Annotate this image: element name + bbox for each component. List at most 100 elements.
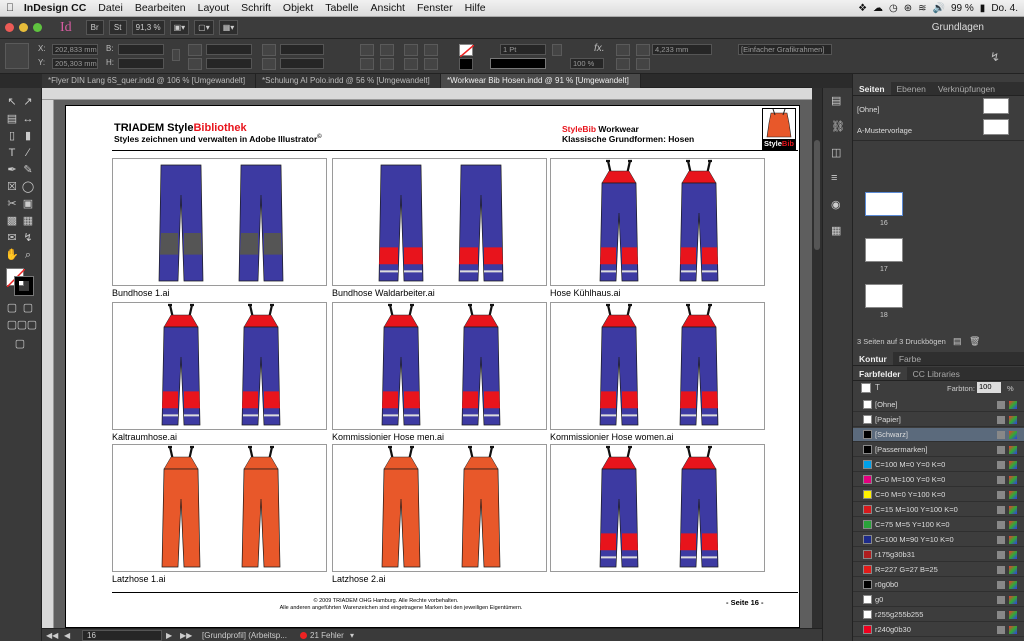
pencil-tool[interactable]: ✎ (21, 164, 35, 176)
selection-tool[interactable]: ↖ (5, 96, 19, 108)
shear-field[interactable] (280, 58, 324, 69)
fit-frame-icon[interactable] (636, 44, 650, 56)
menu-app-name[interactable]: InDesign CC (20, 2, 92, 14)
swatch-row[interactable]: C=0 M=100 Y=0 K=0 (853, 473, 1024, 487)
links-icon[interactable]: ⛓ (831, 120, 845, 133)
tab-cc-libraries[interactable]: CC Libraries (907, 367, 966, 380)
swatch-row[interactable]: [Schwarz] (853, 428, 1024, 442)
minimize-window-button[interactable] (19, 23, 28, 32)
select-container-icon[interactable] (404, 44, 418, 56)
page-tool[interactable]: ▤ (5, 113, 19, 125)
page-thumb-17[interactable] (865, 238, 903, 262)
apply-none-icon[interactable]: ▢ (25, 319, 39, 331)
object-style-dropdown[interactable]: [Einfacher Grafikrahmen] (738, 44, 832, 55)
vertical-ruler[interactable] (42, 100, 54, 628)
reference-point-icon[interactable] (5, 43, 29, 69)
fit-content-icon[interactable] (616, 44, 630, 56)
swatches-icon[interactable]: ▦ (831, 224, 841, 237)
scissors-tool[interactable]: ✂ (5, 198, 19, 210)
delete-page-icon[interactable]: 🗑 (969, 336, 980, 347)
menu-ansicht[interactable]: Ansicht (365, 2, 411, 14)
select-previous-icon[interactable] (424, 44, 438, 56)
error-count[interactable]: 21 Fehler (310, 631, 344, 640)
content-placer-tool[interactable]: ▮ (21, 130, 35, 142)
arrange-documents-button[interactable]: ▦▾ (218, 20, 239, 35)
workspace-switcher[interactable]: Grundlagen (932, 22, 984, 33)
dropbox-icon[interactable]: ❖ (858, 3, 867, 14)
lightning-icon[interactable]: ↯ (990, 50, 1000, 64)
clock[interactable]: Do. 4. (991, 3, 1018, 14)
rectangle-frame-tool[interactable]: ☒ (5, 181, 19, 193)
select-content-icon[interactable] (404, 58, 418, 70)
scale-y-icon[interactable] (188, 58, 202, 70)
hand-tool[interactable]: ✋ (5, 249, 19, 261)
pages-icon[interactable]: ▤ (831, 94, 841, 107)
menu-tabelle[interactable]: Tabelle (319, 2, 364, 14)
a-master[interactable]: A-Mustervorlage (857, 126, 912, 135)
garment-cell[interactable] (112, 302, 327, 430)
scale-y-field[interactable] (206, 58, 252, 69)
formatting-container-icon[interactable]: ▢ (5, 302, 19, 314)
horizontal-ruler[interactable] (42, 88, 812, 100)
menu-layout[interactable]: Layout (192, 2, 236, 14)
battery-label[interactable]: 99 % (951, 3, 974, 14)
prev-page-icon[interactable]: ◀ (64, 631, 70, 640)
ellipse-tool[interactable]: ◯ (21, 181, 35, 193)
swatch-row[interactable]: r255g255b255 (853, 608, 1024, 622)
preflight-menu-icon[interactable]: ▾ (350, 631, 354, 640)
swatch-row[interactable]: C=100 M=0 Y=0 K=0 (853, 458, 1024, 472)
shear-icon[interactable] (262, 58, 276, 70)
x-position-field[interactable]: 202,833 mm (52, 44, 98, 55)
document-page[interactable]: TRIADEM StyleBibliothek Styles zeichnen … (65, 105, 800, 628)
bridge-button[interactable]: Br (85, 20, 104, 35)
rotate-field[interactable] (280, 44, 324, 55)
stock-button[interactable]: St (108, 20, 127, 35)
garment-cell[interactable] (112, 444, 327, 572)
garment-cell[interactable] (550, 444, 765, 572)
tab-swatches[interactable]: Farbfelder (853, 367, 907, 380)
stroke-swatch[interactable] (459, 58, 473, 70)
first-page-icon[interactable]: ◀◀ (46, 631, 58, 640)
scale-x-icon[interactable] (188, 44, 202, 56)
garment-cell[interactable] (550, 158, 765, 286)
corner-size-field[interactable]: 4,233 mm (652, 44, 712, 55)
swatch-row[interactable]: g0 (853, 593, 1024, 607)
layers-icon[interactable]: ◫ (831, 146, 841, 159)
fill-swatch[interactable] (459, 44, 474, 57)
apple-icon[interactable]:  (0, 2, 20, 14)
swatch-row[interactable]: [Passermarken] (853, 443, 1024, 457)
color-icon[interactable]: ◉ (831, 198, 841, 211)
fit-proportional-icon[interactable] (616, 58, 630, 70)
swatch-row[interactable]: R=227 G=27 B=25 (853, 563, 1024, 577)
new-page-icon[interactable]: ▤ (953, 336, 962, 347)
rotate-90-cw-icon[interactable] (360, 44, 374, 56)
garment-cell[interactable] (550, 302, 765, 430)
menu-objekt[interactable]: Objekt (277, 2, 319, 14)
tab-color[interactable]: Farbe (893, 352, 927, 365)
garment-cell[interactable] (332, 444, 547, 572)
rotate-icon[interactable] (262, 44, 276, 56)
swatch-row[interactable]: C=0 M=0 Y=100 K=0 (853, 488, 1024, 502)
type-tool[interactable]: T (5, 147, 19, 159)
swatch-row[interactable]: r240g0b30 (853, 623, 1024, 637)
flip-horizontal-icon[interactable] (360, 58, 374, 70)
screen-mode-icon[interactable]: ▢ (13, 338, 27, 350)
menu-bearbeiten[interactable]: Bearbeiten (129, 2, 192, 14)
zoom-field[interactable]: 91,3 % (131, 20, 165, 35)
cloud-icon[interactable]: ☁ (873, 3, 883, 14)
battery-icon[interactable]: ▮ (980, 3, 986, 14)
time-machine-icon[interactable]: ◷ (889, 3, 898, 14)
preflight-profile[interactable]: [Grundprofil] (Arbeitsp... (202, 631, 287, 640)
gradient-tool[interactable]: ▩ (5, 215, 19, 227)
formatting-text-icon[interactable]: T (875, 383, 880, 392)
menu-fenster[interactable]: Fenster (411, 2, 459, 14)
page-number-field[interactable]: 16 (82, 630, 162, 641)
height-field[interactable] (118, 58, 164, 69)
direct-selection-tool[interactable]: ↗ (21, 96, 35, 108)
rotate-90-ccw-icon[interactable] (380, 44, 394, 56)
tab-links[interactable]: Verknüpfungen (932, 82, 1001, 95)
fx-icon[interactable]: fx. (594, 43, 605, 54)
gap-tool[interactable]: ↔ (21, 113, 35, 125)
center-content-icon[interactable] (636, 58, 650, 70)
screen-mode-button[interactable]: ▢▾ (194, 20, 214, 35)
